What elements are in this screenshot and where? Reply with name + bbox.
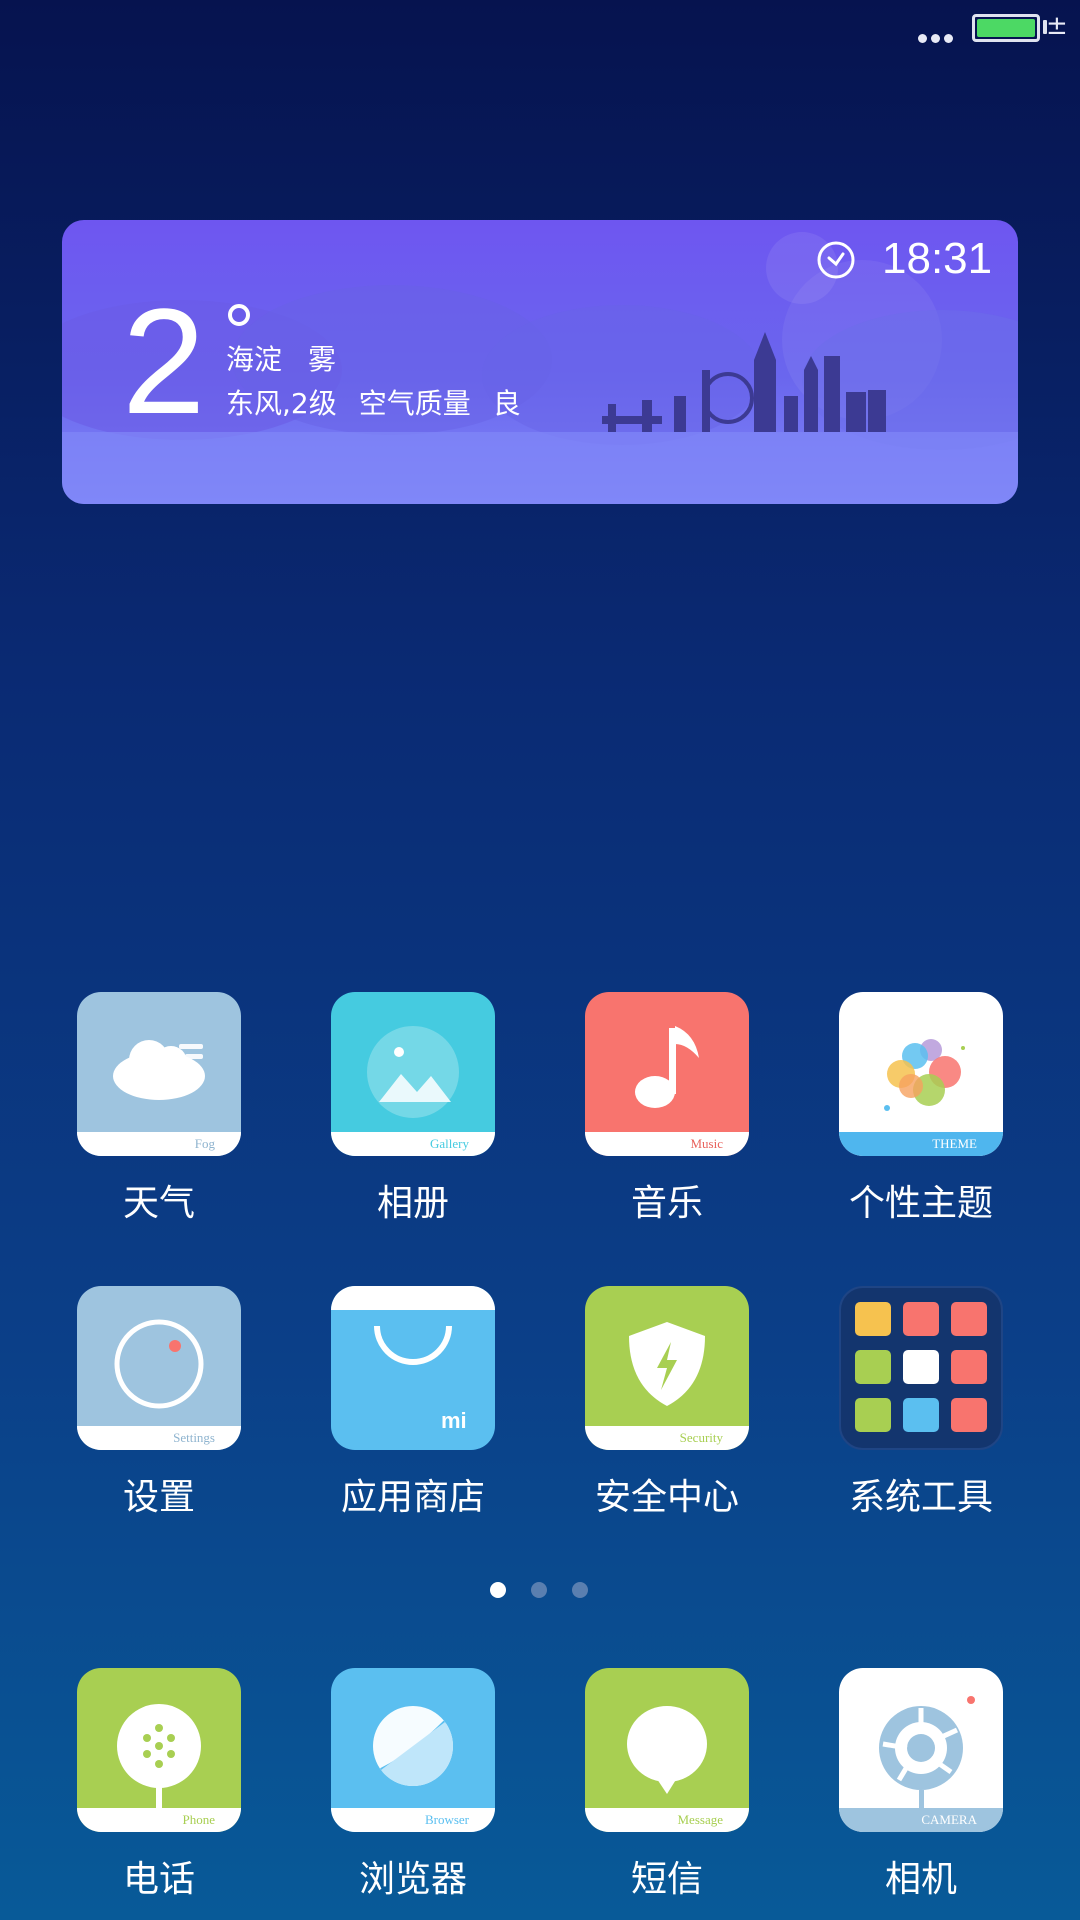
clock-time[interactable]: 18:31 xyxy=(882,234,992,284)
theme-icon[interactable]: THEME xyxy=(839,992,1003,1156)
wind: 东风,2级 xyxy=(226,387,337,420)
wind-aqi-row: 东风,2级 空气质量良 xyxy=(226,382,543,422)
app-label: 系统工具 xyxy=(848,1477,993,1518)
settings-icon[interactable]: Settings xyxy=(77,1286,241,1450)
status-bar: ± xyxy=(0,0,1080,60)
app-weather[interactable]: Fog 天气 xyxy=(77,992,241,1226)
app-label: 音乐 xyxy=(630,1183,703,1224)
app-settings[interactable]: Settings 设置 xyxy=(77,1286,241,1520)
app-label: 相机 xyxy=(884,1859,957,1900)
app-store-icon[interactable]: mi xyxy=(331,1286,495,1450)
svg-text:mi: mi xyxy=(441,1408,467,1433)
app-label: 安全中心 xyxy=(594,1477,739,1518)
dock-camera[interactable]: CAMERA 相机 xyxy=(839,1668,1003,1902)
clock-icon xyxy=(817,241,855,279)
dock-browser[interactable]: Browser 浏览器 xyxy=(331,1668,495,1902)
app-gallery[interactable]: Gallery 相册 xyxy=(331,992,495,1226)
more-dots-icon xyxy=(918,34,954,44)
app-label: 电话 xyxy=(122,1859,195,1900)
weather-widget[interactable]: 2 海淀雾 东风,2级 空气质量良 18:31 xyxy=(62,220,1018,504)
air-quality-label: 空气质量 xyxy=(358,387,471,420)
location-row: 海淀雾 xyxy=(226,338,362,378)
app-label: 短信 xyxy=(630,1859,703,1900)
battery-icon xyxy=(972,14,1040,42)
temperature: 2 xyxy=(122,277,206,445)
page-dot[interactable] xyxy=(572,1582,588,1598)
dock-phone[interactable]: Phone 电话 xyxy=(77,1668,241,1902)
app-system-tools-folder[interactable]: 系统工具 xyxy=(839,1286,1003,1520)
system-tools-folder-icon[interactable] xyxy=(839,1286,1003,1450)
app-label: 天气 xyxy=(122,1183,195,1224)
dock-message[interactable]: Message 短信 xyxy=(585,1668,749,1902)
page-indicator[interactable] xyxy=(490,1582,590,1600)
location: 海淀 xyxy=(226,343,283,376)
air-quality-value: 良 xyxy=(492,387,521,420)
app-label: 浏览器 xyxy=(358,1859,467,1900)
app-theme[interactable]: THEME 个性主题 xyxy=(839,992,1003,1226)
security-icon[interactable]: Security xyxy=(585,1286,749,1450)
browser-icon[interactable]: Browser xyxy=(331,1668,495,1832)
music-icon[interactable]: Music xyxy=(585,992,749,1156)
phone-icon[interactable]: Phone xyxy=(77,1668,241,1832)
page-dot-active[interactable] xyxy=(490,1582,506,1598)
app-label: 相册 xyxy=(376,1183,449,1224)
camera-icon[interactable]: CAMERA xyxy=(839,1668,1003,1832)
app-security[interactable]: Security 安全中心 xyxy=(585,1286,749,1520)
weather-icon[interactable]: Fog xyxy=(77,992,241,1156)
app-music[interactable]: Music 音乐 xyxy=(585,992,749,1226)
app-label: 个性主题 xyxy=(848,1183,993,1224)
degree-symbol xyxy=(228,304,250,326)
app-store[interactable]: mi 应用商店 xyxy=(331,1286,495,1520)
gallery-icon[interactable]: Gallery xyxy=(331,992,495,1156)
app-label: 应用商店 xyxy=(340,1477,485,1518)
charging-icon: ± xyxy=(1046,11,1068,41)
page-dot[interactable] xyxy=(531,1582,547,1598)
message-icon[interactable]: Message xyxy=(585,1668,749,1832)
weather-condition: 雾 xyxy=(308,343,337,376)
app-label: 设置 xyxy=(122,1477,195,1518)
